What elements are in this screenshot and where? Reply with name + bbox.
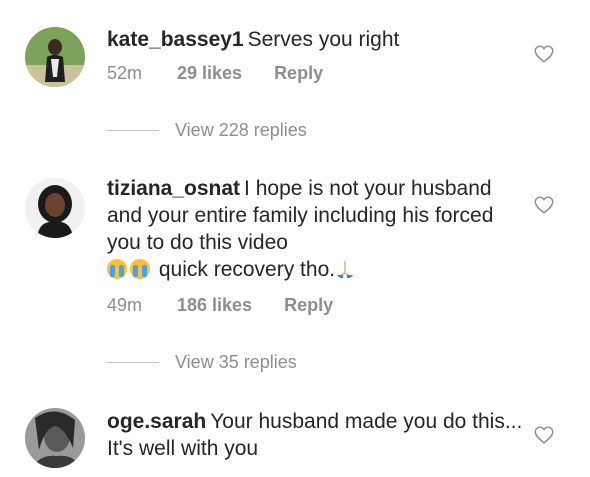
comment-username[interactable]: kate_bassey1 xyxy=(107,28,244,51)
heart-outline-icon[interactable] xyxy=(533,194,555,216)
avatar[interactable] xyxy=(25,178,85,238)
divider-line xyxy=(107,129,159,131)
avatar-photo xyxy=(25,178,85,238)
view-replies-button[interactable]: View 35 replies xyxy=(107,350,297,374)
comment-text: kate_bassey1 Serves you right xyxy=(107,26,527,53)
heart-outline-icon[interactable] xyxy=(533,424,555,446)
folded-hands-icon xyxy=(337,261,354,278)
comment-body: Serves you right xyxy=(247,28,400,51)
likes-count[interactable]: 186 likes xyxy=(177,295,252,316)
crying-face-icon xyxy=(130,259,150,279)
comment-time: 49m xyxy=(107,295,143,315)
reply-button[interactable]: Reply xyxy=(274,63,323,84)
heart-outline-icon[interactable] xyxy=(533,43,555,65)
comment-text: oge.sarah Your husband made you do this..… xyxy=(107,408,527,462)
comment-meta: 52m 29 likes Reply xyxy=(107,63,323,84)
avatar[interactable] xyxy=(25,27,85,87)
comment-text: tiziana_osnat I hope is not your husband … xyxy=(107,175,527,283)
likes-count[interactable]: 29 likes xyxy=(177,63,242,84)
comment-meta: 49m 186 likes Reply xyxy=(107,295,333,316)
comment-body-end: quick recovery tho. xyxy=(158,258,336,281)
reply-button[interactable]: Reply xyxy=(284,295,333,316)
comment-time: 52m xyxy=(107,63,143,83)
avatar-photo xyxy=(25,27,85,87)
view-replies-label: View 35 replies xyxy=(175,351,297,372)
avatar[interactable] xyxy=(25,408,85,468)
avatar-photo xyxy=(25,408,85,468)
view-replies-button[interactable]: View 228 replies xyxy=(107,118,307,142)
crying-face-icon xyxy=(107,259,127,279)
divider-line xyxy=(107,361,159,363)
view-replies-label: View 228 replies xyxy=(175,119,307,140)
comment-username[interactable]: tiziana_osnat xyxy=(107,177,240,200)
comment-username[interactable]: oge.sarah xyxy=(107,410,206,433)
